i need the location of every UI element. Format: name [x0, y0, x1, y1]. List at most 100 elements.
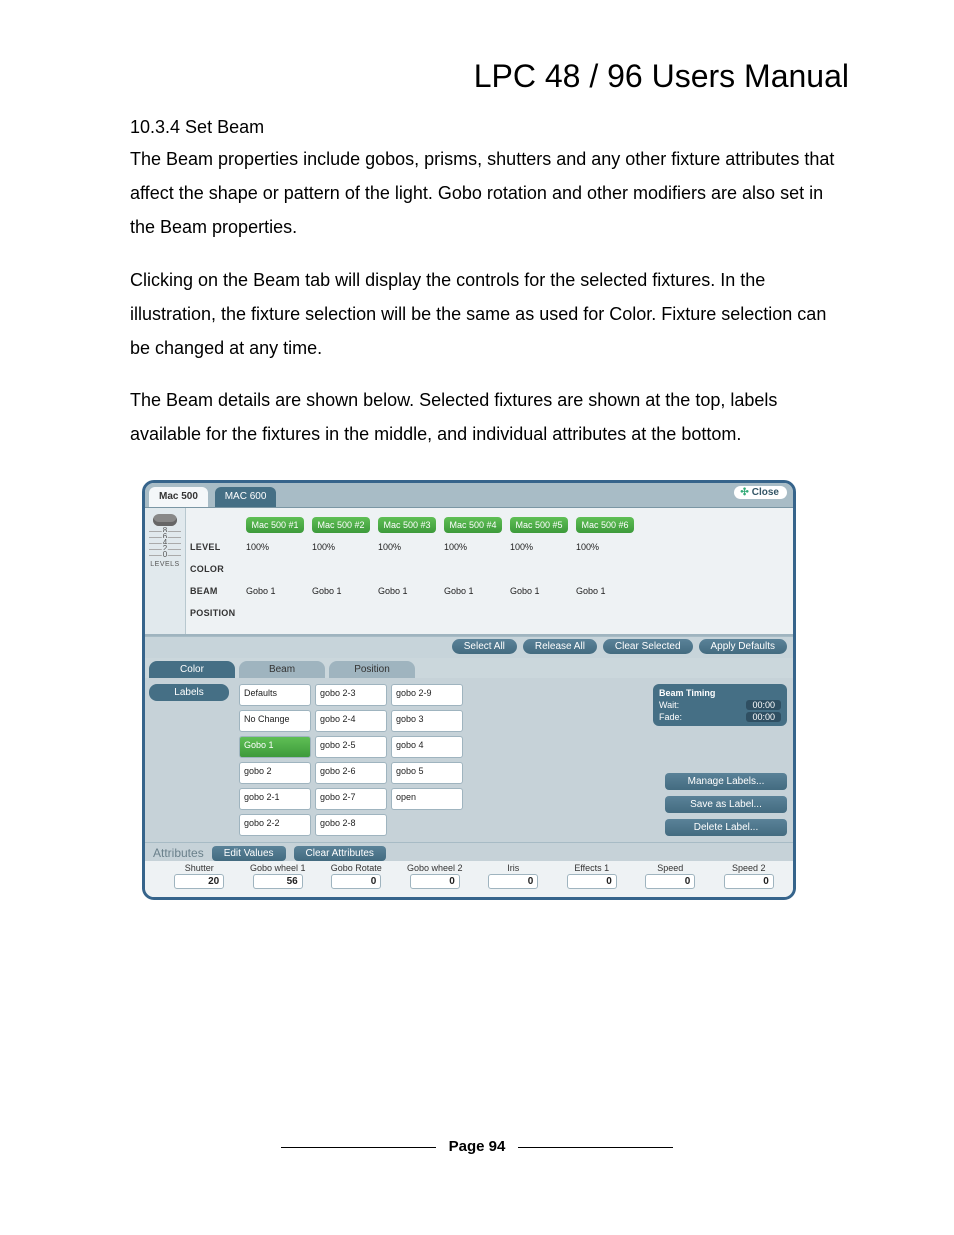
tab-color[interactable]: Color — [149, 661, 235, 678]
row-label-level: LEVEL — [190, 542, 244, 552]
label-item[interactable]: gobo 2-5 — [315, 736, 387, 758]
beam-timing-panel: Beam Timing Wait:00:00 Fade:00:00 — [653, 684, 787, 726]
body-text: The Beam properties include gobos, prism… — [130, 142, 849, 452]
row-label-position: POSITION — [190, 608, 244, 618]
label-item[interactable]: gobo 2-2 — [239, 814, 311, 836]
level-value: 100% — [508, 542, 574, 552]
attr-label: Shutter — [163, 863, 236, 873]
attributes-row: Shutter20 Gobo wheel 156 Gobo Rotate0 Go… — [145, 861, 793, 897]
fader-knob-icon — [153, 514, 177, 526]
fixture-group-tabbar: Mac 500 MAC 600 ✣ Close — [145, 483, 793, 508]
label-item[interactable]: gobo 2-4 — [315, 710, 387, 732]
fixture-chip[interactable]: Mac 500 #6 — [576, 517, 634, 533]
label-grid: Defaults gobo 2-3 gobo 2-9 No Change gob… — [239, 684, 463, 836]
attr-value[interactable]: 0 — [645, 874, 695, 889]
label-item[interactable]: open — [391, 788, 463, 810]
label-item[interactable]: gobo 2-6 — [315, 762, 387, 784]
attr-value[interactable]: 0 — [331, 874, 381, 889]
fixture-chip[interactable]: Mac 500 #5 — [510, 517, 568, 533]
beam-value: Gobo 1 — [376, 586, 442, 596]
label-item[interactable]: gobo 2-3 — [315, 684, 387, 706]
attr-value[interactable]: 0 — [724, 874, 774, 889]
label-item[interactable]: gobo 2-8 — [315, 814, 387, 836]
label-item[interactable]: gobo 2-7 — [315, 788, 387, 810]
beam-value: Gobo 1 — [244, 586, 310, 596]
attr-label: Iris — [477, 863, 550, 873]
release-all-button[interactable]: Release All — [523, 639, 597, 654]
fixture-group-tab-mac500[interactable]: Mac 500 — [149, 487, 208, 507]
beam-timing-title: Beam Timing — [659, 688, 781, 698]
tick-label: 0 — [162, 550, 168, 559]
right-panel: Beam Timing Wait:00:00 Fade:00:00 Manage… — [661, 684, 787, 836]
paragraph: The Beam properties include gobos, prism… — [130, 142, 849, 245]
wait-label: Wait: — [659, 700, 679, 710]
beam-value: Gobo 1 — [310, 586, 376, 596]
select-all-button[interactable]: Select All — [452, 639, 517, 654]
fixture-chip[interactable]: Mac 500 #2 — [312, 517, 370, 533]
apply-defaults-button[interactable]: Apply Defaults — [699, 639, 787, 654]
level-value: 100% — [574, 542, 640, 552]
tab-position[interactable]: Position — [329, 661, 415, 678]
label-item[interactable]: gobo 2-9 — [391, 684, 463, 706]
fixture-chip[interactable]: Mac 500 #4 — [444, 517, 502, 533]
level-value: 100% — [310, 542, 376, 552]
label-item[interactable]: Defaults — [239, 684, 311, 706]
wait-value[interactable]: 00:00 — [746, 700, 781, 710]
paragraph: Clicking on the Beam tab will display th… — [130, 263, 849, 366]
delete-label-button[interactable]: Delete Label... — [665, 819, 787, 836]
manage-labels-button[interactable]: Manage Labels... — [665, 773, 787, 790]
label-item[interactable]: gobo 4 — [391, 736, 463, 758]
fixture-group-tab-mac600[interactable]: MAC 600 — [215, 487, 277, 507]
level-value: 100% — [442, 542, 508, 552]
label-item[interactable]: gobo 2-1 — [239, 788, 311, 810]
edit-values-button[interactable]: Edit Values — [212, 846, 286, 861]
attr-label: Speed 2 — [713, 863, 786, 873]
clear-selected-button[interactable]: Clear Selected — [603, 639, 693, 654]
page-number: Page 94 — [449, 1138, 506, 1155]
labels-panel: Labels Defaults gobo 2-3 gobo 2-9 No Cha… — [145, 678, 793, 842]
label-item[interactable]: gobo 2 — [239, 762, 311, 784]
fade-value[interactable]: 00:00 — [746, 712, 781, 722]
attr-label: Gobo wheel 2 — [399, 863, 472, 873]
save-as-label-button[interactable]: Save as Label... — [665, 796, 787, 813]
label-item[interactable]: No Change — [239, 710, 311, 732]
fixture-grid-area: 8 6 4 2 0 LEVELS Mac 500 #1 Mac 500 #2 M… — [145, 508, 793, 636]
attr-value[interactable]: 0 — [410, 874, 460, 889]
attributes-title: Attributes — [153, 846, 204, 860]
row-label-beam: BEAM — [190, 586, 244, 596]
level-value: 100% — [244, 542, 310, 552]
levels-label: LEVELS — [145, 561, 185, 568]
attr-value[interactable]: 56 — [253, 874, 303, 889]
page-footer: Page 94 — [0, 1138, 954, 1155]
beam-editor-window: Mac 500 MAC 600 ✣ Close 8 6 4 2 0 LEVELS… — [142, 480, 796, 900]
labels-tab[interactable]: Labels — [149, 684, 229, 701]
selection-toolbar: Select All Release All Clear Selected Ap… — [145, 636, 793, 658]
paragraph: The Beam details are shown below. Select… — [130, 383, 849, 451]
fixture-chip[interactable]: Mac 500 #1 — [246, 517, 304, 533]
attr-label: Gobo wheel 1 — [242, 863, 315, 873]
attr-label: Gobo Rotate — [320, 863, 393, 873]
attr-label: Speed — [634, 863, 707, 873]
attr-label: Effects 1 — [556, 863, 629, 873]
level-value: 100% — [376, 542, 442, 552]
beam-value: Gobo 1 — [442, 586, 508, 596]
attr-value[interactable]: 0 — [488, 874, 538, 889]
section-heading: 10.3.4 Set Beam — [130, 117, 849, 138]
beam-value: Gobo 1 — [574, 586, 640, 596]
label-item-selected[interactable]: Gobo 1 — [239, 736, 311, 758]
page-title: LPC 48 / 96 Users Manual — [130, 58, 849, 95]
label-item[interactable]: gobo 5 — [391, 762, 463, 784]
clear-attributes-button[interactable]: Clear Attributes — [294, 846, 386, 861]
attr-value[interactable]: 0 — [567, 874, 617, 889]
close-label: Close — [752, 487, 779, 498]
attr-value[interactable]: 20 — [174, 874, 224, 889]
close-icon: ✣ — [740, 487, 748, 498]
fixture-chip[interactable]: Mac 500 #3 — [378, 517, 436, 533]
label-item[interactable]: gobo 3 — [391, 710, 463, 732]
beam-value: Gobo 1 — [508, 586, 574, 596]
row-label-color: COLOR — [190, 564, 244, 574]
close-button[interactable]: ✣ Close — [734, 486, 787, 499]
attribute-tabbar: Color Beam Position — [145, 658, 793, 678]
levels-fader[interactable]: 8 6 4 2 0 LEVELS — [145, 508, 186, 634]
tab-beam[interactable]: Beam — [239, 661, 325, 678]
